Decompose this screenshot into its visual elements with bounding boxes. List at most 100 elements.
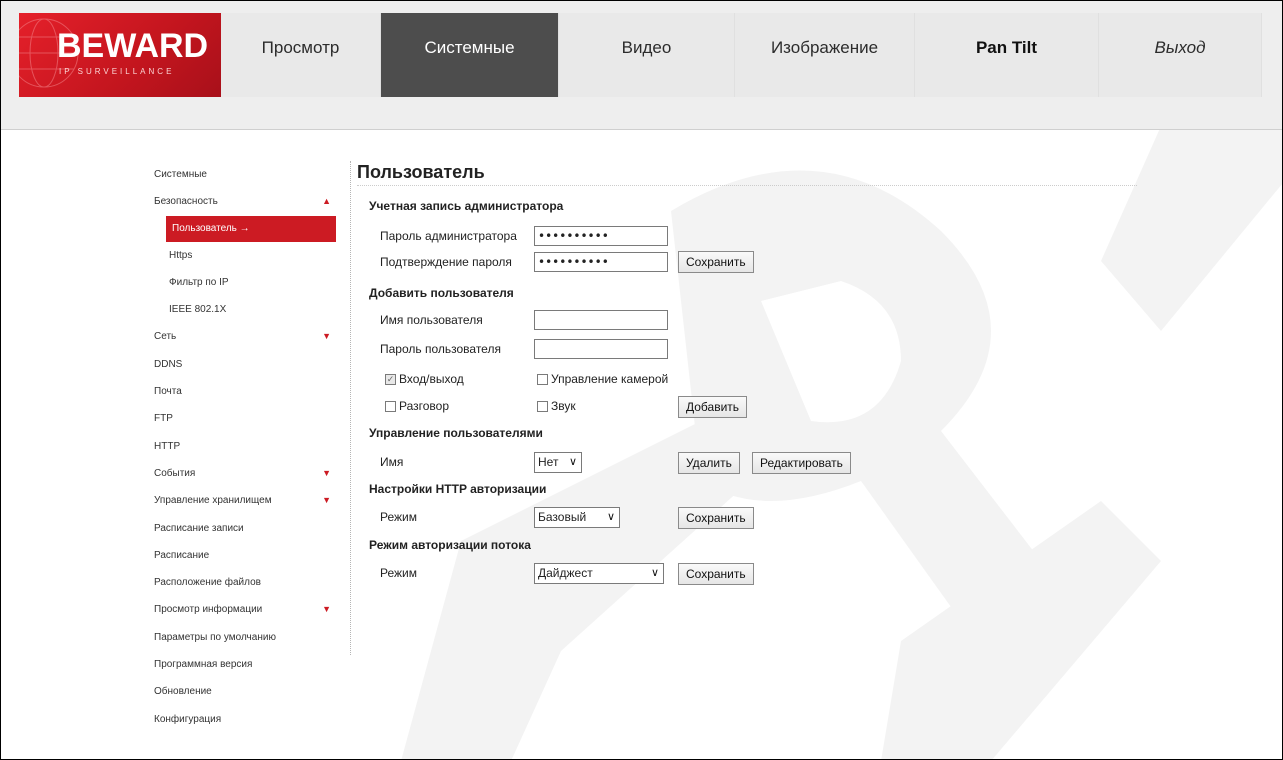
http-auth-row: Режим Базовый ∨ Сохранить — [357, 507, 857, 529]
sidebar-item-view-info[interactable]: Просмотр информации ▼ — [144, 596, 336, 623]
nav-system[interactable]: Системные — [381, 13, 559, 97]
user-select[interactable]: Нет ∨ — [534, 452, 582, 473]
checkbox-label: Вход/выход — [399, 372, 464, 386]
admin-confirm-row: Подтверждение пароля •••••••••• Сохранит… — [357, 251, 857, 274]
sidebar-item-mail[interactable]: Почта — [144, 378, 336, 405]
brand-tagline: IP SURVEILLANCE — [59, 67, 175, 76]
sidebar-item-user[interactable]: Пользователь → — [166, 215, 336, 242]
http-auth-save-button[interactable]: Сохранить — [678, 507, 754, 529]
checkbox-icon — [385, 400, 396, 412]
sidebar-item-https[interactable]: Https — [144, 242, 336, 269]
sidebar-item-ftp[interactable]: FTP — [144, 405, 336, 432]
sidebar-item-ip-filter[interactable]: Фильтр по IP — [144, 269, 336, 296]
sidebar-item-label: Безопасность — [154, 196, 218, 208]
expand-arrow-icon: ▼ — [322, 495, 331, 506]
permissions-row-1: ✓ Вход/выход Управление камерой — [357, 369, 857, 391]
permissions-row-2: Разговор Звук Добавить — [357, 396, 857, 418]
sidebar-item-file-location[interactable]: Расположение файлов — [144, 569, 336, 596]
login-checkbox[interactable]: ✓ Вход/выход — [385, 372, 464, 386]
sidebar: Системные Безопасность ▲ Пользователь → … — [144, 161, 336, 733]
admin-save-button[interactable]: Сохранить — [678, 251, 754, 273]
section-heading: Режим авторизации потока — [369, 538, 531, 552]
checkbox-icon — [537, 400, 548, 412]
chevron-down-icon: ∨ — [568, 456, 577, 468]
checkbox-label: Разговор — [399, 399, 450, 413]
top-nav: Просмотр Системные Видео Изображение Pan… — [221, 13, 1262, 97]
checkbox-label: Звук — [551, 399, 576, 413]
checkbox-icon — [537, 373, 548, 385]
section-heading: Добавить пользователя — [369, 286, 514, 300]
stream-auth-row: Режим Дайджест ∨ Сохранить — [357, 563, 857, 585]
sidebar-item-ieee8021x[interactable]: IEEE 802.1X — [144, 296, 336, 323]
sidebar-item-network[interactable]: Сеть ▼ — [144, 323, 336, 350]
sidebar-item-defaults[interactable]: Параметры по умолчанию — [144, 624, 336, 651]
edit-user-button[interactable]: Редактировать — [752, 452, 851, 474]
admin-confirm-input[interactable]: •••••••••• — [534, 252, 668, 272]
stream-mode-label: Режим — [380, 566, 417, 580]
admin-confirm-label: Подтверждение пароля — [380, 255, 512, 269]
add-user-button[interactable]: Добавить — [678, 396, 748, 418]
chevron-down-icon: ∨ — [606, 511, 615, 523]
delete-user-button[interactable]: Удалить — [678, 452, 740, 474]
nav-logout[interactable]: Выход — [1099, 13, 1262, 97]
camera-control-checkbox[interactable]: Управление камерой — [537, 372, 668, 386]
nav-video[interactable]: Видео — [559, 13, 735, 97]
chevron-down-icon: ∨ — [650, 567, 659, 579]
user-password-input[interactable] — [534, 339, 668, 359]
sidebar-item-firmware-version[interactable]: Программная версия — [144, 651, 336, 678]
section-heading: Управление пользователями — [369, 426, 543, 440]
sidebar-item-label: Сеть — [154, 331, 177, 343]
checkbox-label: Управление камерой — [551, 372, 669, 386]
expand-arrow-icon: ▼ — [322, 467, 331, 478]
admin-password-row: Пароль администратора •••••••••• — [357, 226, 857, 248]
user-select-value: Нет — [538, 455, 559, 469]
header: BEWARD IP SURVEILLANCE Просмотр Системны… — [1, 1, 1282, 130]
sidebar-item-label: Просмотр информации — [154, 604, 263, 616]
sidebar-item-security[interactable]: Безопасность ▲ — [144, 188, 336, 215]
sidebar-item-configuration[interactable]: Конфигурация — [144, 706, 336, 733]
manage-user-row: Имя Нет ∨ Удалить Редактировать — [357, 452, 877, 474]
collapse-arrow-icon: ▲ — [322, 196, 331, 207]
page-title: Пользователь — [357, 162, 485, 182]
sidebar-item-update[interactable]: Обновление — [144, 678, 336, 705]
admin-password-input[interactable]: •••••••••• — [534, 226, 668, 246]
section-heading: Настройки HTTP авторизации — [369, 482, 547, 496]
sidebar-divider — [350, 161, 351, 655]
expand-arrow-icon: ▼ — [322, 331, 331, 342]
sidebar-item-ddns[interactable]: DDNS — [144, 351, 336, 378]
stream-mode-select[interactable]: Дайджест ∨ — [534, 563, 664, 584]
manage-name-label: Имя — [380, 455, 404, 469]
sidebar-item-record-schedule[interactable]: Расписание записи — [144, 515, 336, 542]
http-mode-select[interactable]: Базовый ∨ — [534, 507, 620, 528]
sidebar-item-schedule[interactable]: Расписание — [144, 542, 336, 569]
sidebar-item-storage[interactable]: Управление хранилищем ▼ — [144, 487, 336, 514]
stream-auth-save-button[interactable]: Сохранить — [678, 563, 754, 585]
sidebar-item-events[interactable]: События ▼ — [144, 460, 336, 487]
nav-pan-tilt[interactable]: Pan Tilt — [915, 13, 1099, 97]
user-name-input[interactable] — [534, 310, 668, 330]
user-password-row: Пароль пользователя — [357, 339, 857, 361]
user-name-label: Имя пользователя — [380, 313, 483, 327]
sidebar-item-label: События — [154, 467, 196, 479]
expand-arrow-icon: ▼ — [322, 604, 331, 615]
http-mode-label: Режим — [380, 510, 417, 524]
main-content: Пользователь Учетная запись администрато… — [357, 159, 1147, 585]
title-divider — [357, 185, 1137, 186]
brand-name: BEWARD — [57, 27, 209, 65]
nav-image[interactable]: Изображение — [735, 13, 915, 97]
user-password-label: Пароль пользователя — [380, 342, 501, 356]
http-mode-value: Базовый — [538, 510, 587, 524]
nav-view[interactable]: Просмотр — [221, 13, 381, 97]
sidebar-item-system[interactable]: Системные — [144, 161, 336, 188]
user-name-row: Имя пользователя — [357, 310, 857, 332]
admin-password-label: Пароль администратора — [380, 229, 517, 243]
app-window: BEWARD IP SURVEILLANCE Просмотр Системны… — [0, 0, 1283, 760]
stream-mode-value: Дайджест — [538, 566, 593, 580]
brand-logo[interactable]: BEWARD IP SURVEILLANCE — [19, 13, 221, 97]
sound-checkbox[interactable]: Звук — [537, 399, 576, 413]
sidebar-item-http[interactable]: HTTP — [144, 433, 336, 460]
sidebar-item-label: Управление хранилищем — [154, 495, 272, 507]
section-heading: Учетная запись администратора — [369, 199, 564, 213]
checkmark-icon: ✓ — [385, 373, 396, 385]
talk-checkbox[interactable]: Разговор — [385, 399, 449, 413]
